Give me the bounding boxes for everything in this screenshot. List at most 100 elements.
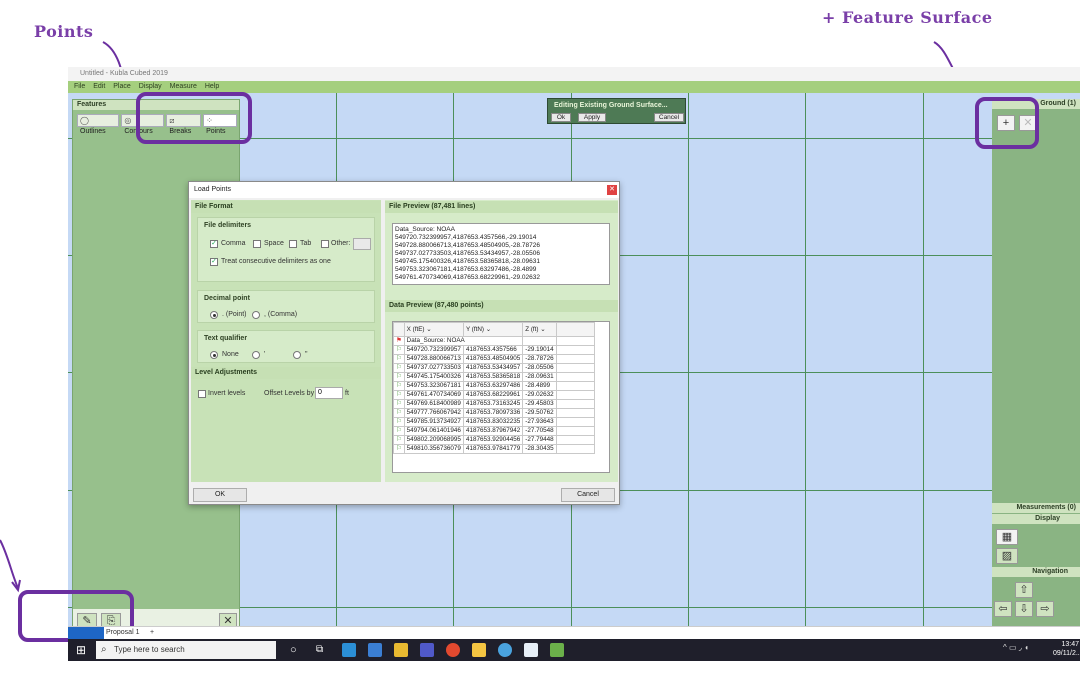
- edit-apply-button[interactable]: Apply: [578, 113, 606, 122]
- table-cell: 4187653.83032235: [462, 417, 524, 427]
- invert-levels-checkbox[interactable]: [198, 390, 206, 398]
- file-preview-box[interactable]: Data_Source: NOAA 549720.732399957,41876…: [392, 223, 610, 285]
- file-delimiters-group: File delimiters ✓ Comma Space Tab Other:…: [197, 217, 375, 282]
- tq-double-label: ": [305, 351, 308, 358]
- tab-proposal[interactable]: Proposal 1: [106, 629, 139, 636]
- table-cell: [555, 381, 595, 391]
- cancel-button[interactable]: Cancel: [561, 488, 615, 502]
- table-row[interactable]: ⚐ 549794.061401946 4187653.87967942 -27.705…: [393, 426, 595, 436]
- tq-double-radio[interactable]: [293, 351, 301, 359]
- edit-ok-button[interactable]: Ok: [551, 113, 571, 122]
- table-row[interactable]: ⚐ 549769.618400989 4187653.73163245 -29.458…: [393, 399, 595, 409]
- column-header-x-label: X (ftE): [406, 325, 425, 333]
- nav-right-button[interactable]: ⇨: [1036, 601, 1054, 617]
- explorer-icon[interactable]: [394, 643, 408, 657]
- decimal-comma-radio[interactable]: [252, 311, 260, 319]
- system-tray-icons[interactable]: ^ ▭ ◞ ◖: [1003, 643, 1029, 652]
- table-cell: -28.78726: [522, 354, 557, 364]
- menu-display[interactable]: Display: [139, 83, 162, 90]
- column-header-empty: [555, 322, 595, 337]
- nav-left-button[interactable]: ⇦: [994, 601, 1012, 617]
- mail-icon[interactable]: [368, 643, 382, 657]
- menu-file[interactable]: File: [74, 83, 85, 90]
- table-cell: [555, 435, 595, 445]
- ok-button[interactable]: OK: [193, 488, 247, 502]
- nav-up-button[interactable]: ⇧: [1015, 582, 1033, 598]
- nav-down-button[interactable]: ⇩: [1015, 601, 1033, 617]
- table-row[interactable]: ⚐ 549785.913734927 4187653.83032235 -27.936…: [393, 417, 595, 427]
- table-cell: -27.93643: [522, 417, 557, 427]
- data-preview-table-wrap[interactable]: X (ftE) ⌄ Y (ftN) ⌄ Z (ft) ⌄ ⚑ Data_Sour…: [392, 321, 610, 473]
- column-header-z-label: Z (ft): [525, 325, 539, 333]
- clock[interactable]: 13:47 09/11/2...: [1053, 640, 1080, 658]
- excluded-flag-icon: ⚑: [393, 336, 405, 346]
- space-checkbox[interactable]: [253, 240, 261, 248]
- file-preview-line: 549745.175400326,4187653.58365818,-28.09…: [395, 258, 540, 265]
- edit-cancel-button[interactable]: Cancel: [654, 113, 684, 122]
- windows-start-icon[interactable]: ⊞: [76, 644, 88, 656]
- load-points-dialog: Load Points ✕ File Format File delimiter…: [188, 181, 620, 505]
- table-row[interactable]: ⚐ 549802.209068995 4187653.92904456 -27.794…: [393, 435, 595, 445]
- invert-levels-label: Invert levels: [208, 390, 246, 397]
- treat-consecutive-label: Treat consecutive delimiters as one: [221, 258, 331, 265]
- text-qualifier-group: Text qualifier None ' ": [197, 330, 375, 363]
- column-header-y[interactable]: Y (ftN) ⌄: [462, 322, 524, 337]
- tq-none-radio[interactable]: [210, 351, 218, 359]
- column-header-x[interactable]: X (ftE) ⌄: [403, 322, 464, 337]
- table-cell: [555, 408, 595, 418]
- table-cell: [555, 363, 595, 373]
- chevron-down-icon: ⌄: [426, 325, 432, 333]
- included-flag-icon: ⚐: [393, 345, 405, 355]
- kubla-cubed-icon[interactable]: [550, 643, 564, 657]
- clock-date: 09/11/2...: [1053, 650, 1080, 657]
- cortana-icon[interactable]: ○: [290, 643, 304, 657]
- table-corner: [393, 322, 405, 337]
- other-checkbox[interactable]: [321, 240, 329, 248]
- menu-place[interactable]: Place: [113, 83, 131, 90]
- table-row[interactable]: ⚐ 549777.766067942 4187653.78097336 -29.507…: [393, 408, 595, 418]
- menu-edit[interactable]: Edit: [93, 83, 105, 90]
- display-style-button[interactable]: ▨: [996, 548, 1018, 564]
- table-row-excluded[interactable]: ⚑ Data_Source: NOAA: [393, 336, 595, 346]
- decimal-point-radio[interactable]: [210, 311, 218, 319]
- app-title: Untitled - Kubla Cubed 2019: [80, 70, 168, 77]
- tab-ground[interactable]: [68, 627, 104, 639]
- app-icon[interactable]: [498, 643, 512, 657]
- other-delimiter-input[interactable]: [353, 238, 371, 250]
- document-icon[interactable]: [524, 643, 538, 657]
- other-label: Other:: [331, 240, 351, 247]
- table-row[interactable]: ⚐ 549720.732399957 4187653.4357566 -29.1901…: [393, 345, 595, 355]
- dialog-close-button[interactable]: ✕: [607, 185, 617, 195]
- data-preview-title: Data Preview (87,480 points): [385, 300, 618, 312]
- edit-surface-toolbar: Editing Existing Ground Surface... Ok Ap…: [547, 98, 686, 124]
- display-mode-button[interactable]: ▦: [996, 529, 1018, 545]
- task-view-icon[interactable]: ⧉: [316, 643, 330, 657]
- table-row[interactable]: ⚐ 549737.027733503 4187653.53434957 -28.055…: [393, 363, 595, 373]
- table-row[interactable]: ⚐ 549753.323067181 4187653.63297486 -28.489…: [393, 381, 595, 391]
- chrome-icon[interactable]: [446, 643, 460, 657]
- table-cell: -28.4899: [522, 381, 557, 391]
- taskbar-search[interactable]: ⌕ Type here to search: [96, 641, 276, 659]
- menu-measure[interactable]: Measure: [170, 83, 197, 90]
- edge-icon[interactable]: [342, 643, 356, 657]
- tab-checkbox[interactable]: [289, 240, 297, 248]
- table-row[interactable]: ⚐ 549761.470734069 4187653.68229961 -29.026…: [393, 390, 595, 400]
- comma-checkbox[interactable]: ✓: [210, 240, 218, 248]
- tq-single-radio[interactable]: [252, 351, 260, 359]
- table-cell: 4187653.48504905: [462, 354, 524, 364]
- table-row[interactable]: ⚐ 549745.175400326 4187653.58365818 -28.096…: [393, 372, 595, 382]
- menu-help[interactable]: Help: [205, 83, 219, 90]
- files-icon[interactable]: [472, 643, 486, 657]
- offset-levels-input[interactable]: 0: [315, 387, 343, 399]
- grid-line: [688, 93, 689, 639]
- taskbar: ⊞ ⌕ Type here to search ○ ⧉ ^ ▭ ◞ ◖ 13:4…: [68, 639, 1080, 661]
- teams-icon[interactable]: [420, 643, 434, 657]
- add-tab-button[interactable]: +: [150, 629, 154, 636]
- treat-consecutive-checkbox[interactable]: ✓: [210, 258, 218, 266]
- table-cell: 549777.766067942: [403, 408, 464, 418]
- tab-outlines[interactable]: ◯ Outlines: [77, 114, 120, 135]
- taskbar-search-placeholder: Type here to search: [114, 645, 185, 654]
- column-header-z[interactable]: Z (ft) ⌄: [522, 322, 557, 337]
- table-row[interactable]: ⚐ 549728.880066713 4187653.48504905 -28.787…: [393, 354, 595, 364]
- table-row[interactable]: ⚐ 549810.356736079 4187653.97841779 -28.304…: [393, 444, 595, 454]
